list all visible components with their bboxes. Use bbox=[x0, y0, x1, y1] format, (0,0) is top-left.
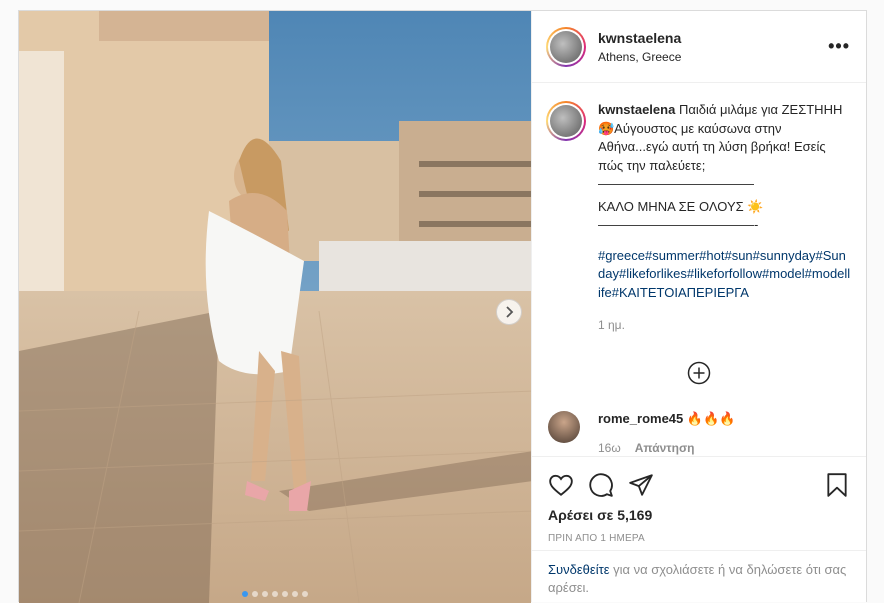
post-location[interactable]: Athens, Greece bbox=[598, 50, 828, 64]
login-prompt: Συνδεθείτε για να σχολιάσετε ή να δηλώσε… bbox=[532, 550, 866, 602]
carousel-dot bbox=[282, 591, 288, 597]
more-options-icon[interactable]: ••• bbox=[828, 36, 850, 57]
post-card: kwnstaelena Athens, Greece ••• kwnstaele… bbox=[18, 10, 867, 603]
comment-age: 16ω bbox=[598, 440, 621, 455]
login-link[interactable]: Συνδεθείτε bbox=[548, 562, 610, 577]
post-sidebar: kwnstaelena Athens, Greece ••• kwnstaele… bbox=[531, 11, 866, 602]
comment-item: rome_rome45 🔥🔥🔥 16ω Απάντηση bbox=[546, 410, 852, 455]
carousel-dot bbox=[292, 591, 298, 597]
share-icon[interactable] bbox=[628, 472, 654, 498]
carousel-dot bbox=[242, 591, 248, 597]
caption-avatar[interactable] bbox=[546, 101, 586, 141]
chevron-right-icon bbox=[506, 306, 514, 318]
reply-button[interactable]: Απάντηση bbox=[635, 441, 695, 455]
commenter-username[interactable]: rome_rome45 bbox=[598, 411, 683, 426]
commenter-avatar[interactable] bbox=[548, 410, 580, 443]
post-photo[interactable] bbox=[19, 11, 531, 603]
carousel-indicator bbox=[19, 591, 531, 597]
heart-icon[interactable] bbox=[548, 472, 574, 498]
caption-divider: ———————————— bbox=[598, 176, 754, 191]
caption-hashtags[interactable]: #greece#summer#hot#sun#sunnyday#Sunday#l… bbox=[598, 247, 852, 303]
bookmark-icon[interactable] bbox=[824, 472, 850, 498]
caption-divider: ————————————- bbox=[598, 217, 759, 232]
post-timestamp: ΠΡΙΝ ΑΠΟ 1 ΗΜΕΡΑ bbox=[548, 533, 645, 544]
action-bar: Αρέσει σε 5,169 ΠΡΙΝ ΑΠΟ 1 ΗΜΕΡΑ bbox=[532, 456, 866, 550]
photo-scene bbox=[19, 11, 531, 603]
post-header: kwnstaelena Athens, Greece ••• bbox=[532, 11, 866, 83]
carousel-dot bbox=[262, 591, 268, 597]
next-slide-button[interactable] bbox=[496, 299, 522, 325]
author-username[interactable]: kwnstaelena bbox=[598, 30, 828, 46]
carousel-dot bbox=[302, 591, 308, 597]
caption: kwnstaelena Παιδιά μιλάμε για ΖΕΣΤΗΗΗ🥵Αύ… bbox=[546, 101, 852, 335]
caption-username[interactable]: kwnstaelena bbox=[598, 102, 675, 117]
carousel-dot bbox=[272, 591, 278, 597]
comment-icon[interactable] bbox=[588, 472, 614, 498]
caption-time: 1 ημ. bbox=[598, 318, 625, 332]
likes-count[interactable]: Αρέσει σε 5,169 bbox=[548, 507, 850, 523]
comment-text: 🔥🔥🔥 bbox=[683, 410, 736, 426]
comments-section: kwnstaelena Παιδιά μιλάμε για ΖΕΣΤΗΗΗ🥵Αύ… bbox=[532, 83, 866, 456]
caption-greeting: ΚΑΛΟ ΜΗΝΑ ΣΕ ΟΛΟΥΣ ☀️ bbox=[598, 198, 764, 214]
author-avatar[interactable] bbox=[546, 26, 586, 67]
carousel-dot bbox=[252, 591, 258, 597]
plus-circle-icon[interactable] bbox=[687, 361, 711, 385]
